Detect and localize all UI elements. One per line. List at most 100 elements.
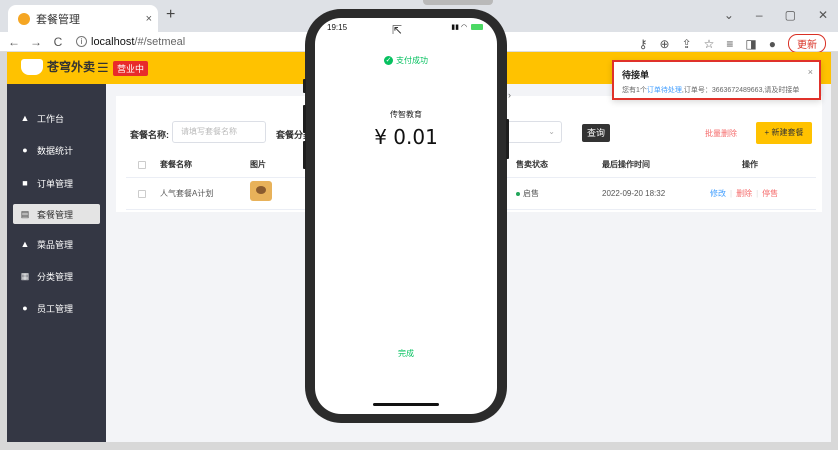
logo-icon: [21, 58, 43, 75]
chevron-down-icon: ⌄: [548, 127, 555, 136]
setmeal-name: 人气套餐A计划: [160, 189, 214, 198]
home-icon: ▲: [20, 113, 30, 123]
search-button[interactable]: 查询: [582, 124, 610, 142]
notification-message: 您有1个订单待处理,订单号：3663672489663,请及时接单: [622, 85, 799, 95]
close-icon[interactable]: ×: [808, 67, 813, 77]
window-controls: ⌄ – ▢ ✕: [724, 8, 828, 22]
column-header: 操作: [742, 160, 758, 169]
sidebar-item-label: 分类管理: [37, 271, 74, 282]
row-checkbox[interactable]: [138, 190, 146, 198]
url-host: localhost: [91, 35, 135, 48]
site-info-icon[interactable]: i: [76, 36, 87, 47]
mouse-cursor-icon: ⇱: [392, 23, 403, 37]
logo-text: 苍穹外卖: [47, 60, 96, 74]
setmeal-image: [250, 181, 272, 201]
category-select[interactable]: ⌄: [502, 121, 562, 143]
url-path: /#/setmeal: [134, 35, 186, 48]
sidepanel-icon[interactable]: ◨: [745, 37, 756, 51]
browser-tab[interactable]: 套餐管理 ×: [8, 5, 158, 32]
restore-icon[interactable]: ▢: [785, 8, 796, 22]
row-actions: 修改 | 删除 | 停售: [710, 178, 778, 210]
delete-link[interactable]: 删除: [736, 189, 752, 198]
phone-time: 19:15: [327, 23, 348, 32]
sidebar-item-employees[interactable]: ● 员工管理: [13, 298, 100, 318]
sidebar-item-workbench[interactable]: ▲ 工作台: [13, 108, 100, 128]
notification-title: 待接单: [622, 70, 650, 80]
toolbar-icons: ⚷ ⊕ ⇪ ☆ ≡ ◨ ● 更新: [639, 34, 826, 53]
site-favicon-icon: [18, 12, 30, 25]
batch-delete-button[interactable]: 批量删除: [705, 128, 737, 139]
key-icon[interactable]: ⚷: [639, 37, 648, 51]
sidebar-item-label: 数据统计: [37, 145, 74, 156]
close-window-icon[interactable]: ✕: [818, 8, 828, 22]
tab-close-icon[interactable]: ×: [146, 13, 152, 25]
sidebar: ▲ 工作台 ● 数据统计 ■ 订单管理 ▤ 套餐管理 ▲ 菜品管理 ▦ 分类管理…: [7, 84, 106, 442]
payment-amount: ¥ 0.01: [374, 125, 438, 149]
action-divider: |: [756, 189, 759, 198]
sidebar-item-label: 工作台: [37, 113, 65, 124]
name-filter-label: 套餐名称:: [130, 130, 169, 140]
app-logo: 苍穹外卖: [21, 58, 95, 75]
action-divider: |: [730, 189, 733, 198]
chevron-right-icon[interactable]: ›: [508, 90, 511, 100]
dish-icon: ▲: [20, 239, 30, 249]
sidebar-item-categories[interactable]: ▦ 分类管理: [13, 266, 100, 286]
setmeal-icon: ▤: [20, 208, 30, 219]
share-icon[interactable]: ⇪: [682, 37, 692, 51]
sidebar-item-setmeal[interactable]: ▤ 套餐管理: [13, 204, 100, 224]
back-icon[interactable]: ←: [6, 35, 22, 49]
phone-side-button: [303, 79, 306, 93]
chart-icon: ●: [22, 145, 28, 155]
minimize-icon[interactable]: –: [756, 8, 763, 22]
forward-icon[interactable]: →: [28, 35, 44, 49]
reload-icon[interactable]: C: [50, 35, 66, 49]
sidebar-item-dishes[interactable]: ▲ 菜品管理: [13, 234, 100, 254]
merchant-name: 传智教育: [390, 110, 422, 119]
last-updated-time: 2022-09-20 18:32: [602, 189, 666, 198]
new-tab-button[interactable]: +: [166, 6, 175, 24]
sidebar-item-label: 订单管理: [37, 178, 74, 189]
phone-side-button: [303, 141, 306, 169]
url-field[interactable]: i localhost /#/setmeal: [76, 36, 185, 48]
notification-prefix: 您有1个: [622, 87, 647, 94]
business-status-badge[interactable]: 营业中: [113, 61, 149, 76]
sidebar-item-label: 套餐管理: [37, 209, 74, 220]
status-dot-icon: [516, 191, 520, 196]
screen: 套餐管理 × + ⌄ – ▢ ✕ ← → C i localhost /#/se…: [0, 0, 838, 450]
home-indicator: [373, 403, 439, 406]
battery-icon: [471, 24, 483, 31]
payment-success: ✓ 支付成功: [315, 55, 497, 66]
order-icon: ■: [22, 178, 28, 188]
column-header: 最后操作时间: [602, 160, 650, 169]
bookmark-star-icon[interactable]: ☆: [704, 37, 715, 51]
done-button[interactable]: 完成: [315, 348, 497, 359]
name-search-input[interactable]: 请填写套餐名称: [172, 121, 266, 143]
notification-suffix: ,订单号：3663672489663,请及时接单: [681, 87, 800, 94]
new-setmeal-button[interactable]: + 新建套餐: [756, 122, 812, 144]
category-icon: ▦: [20, 270, 30, 281]
phone-mockup: 19:15 ▮▮ ◠ ✓ 支付成功 传智教育 ¥ 0.01 完成: [303, 9, 509, 423]
menu-toggle-icon[interactable]: ☰: [97, 60, 109, 76]
payment-success-label: 支付成功: [396, 56, 428, 65]
select-all-checkbox[interactable]: [138, 161, 146, 169]
pending-order-link[interactable]: 订单待处理: [647, 87, 682, 94]
sidebar-item-statistics[interactable]: ● 数据统计: [13, 140, 100, 160]
stop-sale-link[interactable]: 停售: [762, 189, 778, 198]
column-header: 图片: [250, 160, 266, 169]
reading-list-icon[interactable]: ≡: [726, 37, 733, 51]
tab-search-icon[interactable]: ⌄: [724, 8, 734, 22]
sidebar-item-orders[interactable]: ■ 订单管理: [13, 173, 100, 193]
sidebar-item-label: 菜品管理: [37, 239, 74, 250]
column-header: 售卖状态: [516, 160, 548, 169]
update-button[interactable]: 更新: [788, 34, 826, 53]
profile-avatar-icon[interactable]: ●: [769, 37, 776, 51]
check-circle-icon: ✓: [384, 56, 393, 66]
employee-icon: ●: [22, 303, 28, 313]
edit-link[interactable]: 修改: [710, 189, 726, 198]
tab-title: 套餐管理: [36, 13, 80, 26]
phone-screen: 19:15 ▮▮ ◠ ✓ 支付成功 传智教育 ¥ 0.01 完成: [315, 18, 497, 414]
sale-status-label: 启售: [523, 189, 539, 198]
zoom-icon[interactable]: ⊕: [660, 37, 670, 51]
order-notification[interactable]: 待接单 × 您有1个订单待处理,订单号：3663672489663,请及时接单: [612, 60, 821, 100]
phone-side-button: [303, 105, 306, 133]
